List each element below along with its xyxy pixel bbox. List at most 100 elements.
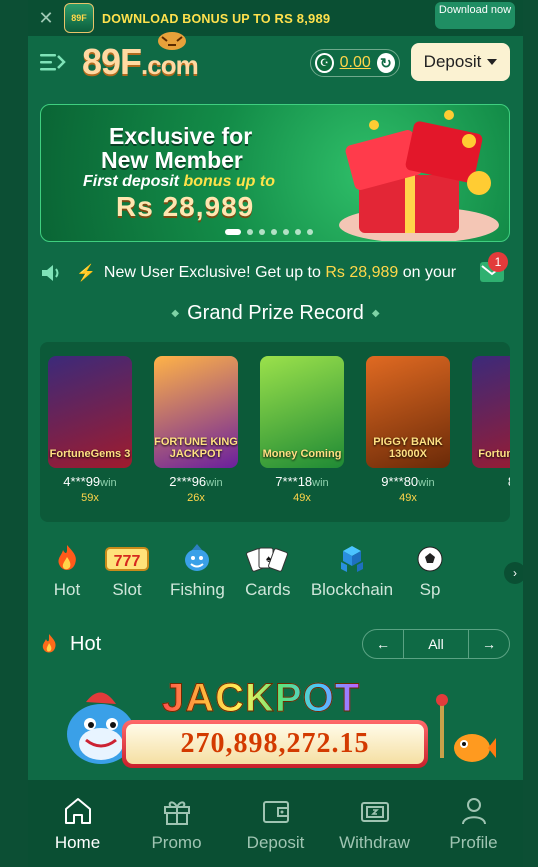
mail-icon[interactable]: 1 [480,252,508,282]
game-thumbnail: FORTUNE KING JACKPOT [154,356,238,468]
banner-amount: Rs 28,989 [116,191,255,222]
nav-promo[interactable]: Promo [127,780,226,867]
nav-label: Deposit [246,832,305,852]
pagination-dot[interactable] [271,229,277,235]
pagination-dot[interactable] [259,229,265,235]
category-label: Blockchain [310,580,394,599]
balance-value: 0.00 [339,54,371,71]
winner: 9***80win [366,474,450,489]
win-multiplier: 49x [293,492,311,504]
svg-text:♠: ♠ [266,554,272,565]
arrow-right-icon[interactable]: → [469,636,509,652]
bottom-navigation: Home Promo Deposit Withdraw Profile [28,780,523,867]
category-label: Fishing [170,580,225,599]
prize-card[interactable]: Money Coming 7***18win 49x [260,356,344,504]
category-tab-cards[interactable]: ♠ Cards [235,538,301,600]
jackpot-counter: 270,898,272.15 [122,720,428,768]
section-controls: ← All → [362,629,510,659]
download-bar: ✕ 89F DOWNLOAD BONUS UP TO RS 8,989 Down… [28,0,523,36]
download-bonus-amount: RS 8,989 [274,10,331,26]
diamond-icon: ◆ [371,308,380,320]
game-thumbnail: Money Coming [260,356,344,468]
unread-badge: 1 [488,252,508,272]
soccer-ball-icon [413,544,447,574]
tiger-icon [158,32,186,50]
nav-withdraw[interactable]: Withdraw [325,780,424,867]
app-container: ✕ 89F DOWNLOAD BONUS UP TO RS 8,989 Down… [28,0,523,867]
svg-text:777: 777 [114,553,141,570]
pagination-dot[interactable] [307,229,313,235]
pagination-dot[interactable] [225,229,241,235]
diamond-icon: ◆ [171,308,180,320]
left-gutter [0,0,28,867]
chevron-right-icon[interactable]: › [504,562,523,584]
nav-deposit[interactable]: Deposit [226,780,325,867]
caret-down-icon [487,59,498,65]
prize-card[interactable]: FortuneGems 3 4***99win 59x [48,356,132,504]
close-icon[interactable]: ✕ [36,8,56,29]
brand-logo[interactable]: 89F.com [82,32,199,83]
jackpot-value: 270,898,272.15 [126,724,424,764]
download-now-button[interactable]: Download now [435,2,515,29]
category-tab-sp[interactable]: Sp [403,538,457,600]
win-multiplier: 59x [81,492,99,504]
shark-icon [180,544,214,574]
prize-record-carousel[interactable]: FortuneGems 3 4***99win 59x FORTUNE KING JA… [40,342,510,522]
pagination-dot[interactable] [283,229,289,235]
game-category-bar: Hot 777 Slot Fishing ♠ Cards Blockchain Sp [40,538,523,602]
nav-label: Promo [151,832,202,852]
promo-banner[interactable]: Exclusive for New Member First deposit b… [40,104,510,242]
wallet-icon [260,795,292,827]
category-tab-hot[interactable]: Hot [40,538,94,600]
arrow-left-icon[interactable]: ← [363,636,403,652]
game-name: PIGGY BANK 13000X [373,436,443,460]
prize-card[interactable]: FORTUNE KING JACKPOT 2***96win 26x [154,356,238,504]
deposit-button[interactable]: Deposit [411,43,510,81]
category-label: Slot [112,580,142,599]
winner-id: 9***80 [381,474,419,489]
win-label: win [418,477,435,489]
winner: 8* [472,474,510,489]
nav-home[interactable]: Home [28,780,127,867]
winner-id: 2***96 [169,474,207,489]
game-thumbnail: FortuneGems 3 [48,356,132,468]
cash-icon [359,795,391,827]
banner-line1: Exclusive for [109,123,253,149]
winner-id: 8* [508,474,510,489]
winner: 7***18win [260,474,344,489]
jackpot-title: JACKPOT [161,676,361,721]
app-logo-icon: 89F [64,3,94,33]
winner-id: 4***99 [63,474,101,489]
lightning-icon: ⚡ [76,265,96,282]
top-header: 89F.com ☪ 0.00 ↻ Deposit [28,32,523,88]
notice-bar: ⚡ New User Exclusive! Get up to Rs 28,98… [40,252,510,288]
win-label: win [312,477,329,489]
menu-icon[interactable] [40,52,66,72]
speaker-icon [42,265,59,281]
game-name: FortuneGems 3 [49,448,131,460]
gift-icon [161,795,193,827]
prize-card[interactable]: FortuneGems 8* [472,356,510,492]
red-envelope-gift-icon [339,110,499,241]
refresh-icon[interactable]: ↻ [376,53,395,73]
hot-section-header: Hot ← All → [40,628,510,660]
category-tab-slot[interactable]: 777 Slot [94,538,160,600]
prize-record-title: ◆ Grand Prize Record ◆ [171,302,380,324]
playing-cards-icon: ♠ [245,544,291,574]
category-tab-blockchain[interactable]: Blockchain [301,538,403,600]
section-title: Hot [70,632,102,655]
category-label: Cards [245,580,291,599]
pagination-dot[interactable] [247,229,253,235]
jackpot-banner[interactable]: JACKPOT 270,898,272.15 [40,672,510,780]
prize-card[interactable]: PIGGY BANK 13000X 9***80win 49x [366,356,450,504]
cubes-icon [335,544,369,574]
slot-lever-icon [436,694,448,758]
category-label: Hot [53,580,81,599]
win-multiplier: 26x [187,492,205,504]
pagination-dot[interactable] [295,229,301,235]
winner: 4***99win [48,474,132,489]
win-multiplier: 49x [399,492,417,504]
category-tab-fishing[interactable]: Fishing [160,538,235,600]
nav-profile[interactable]: Profile [424,780,523,867]
all-filter-button[interactable]: All [403,630,469,658]
